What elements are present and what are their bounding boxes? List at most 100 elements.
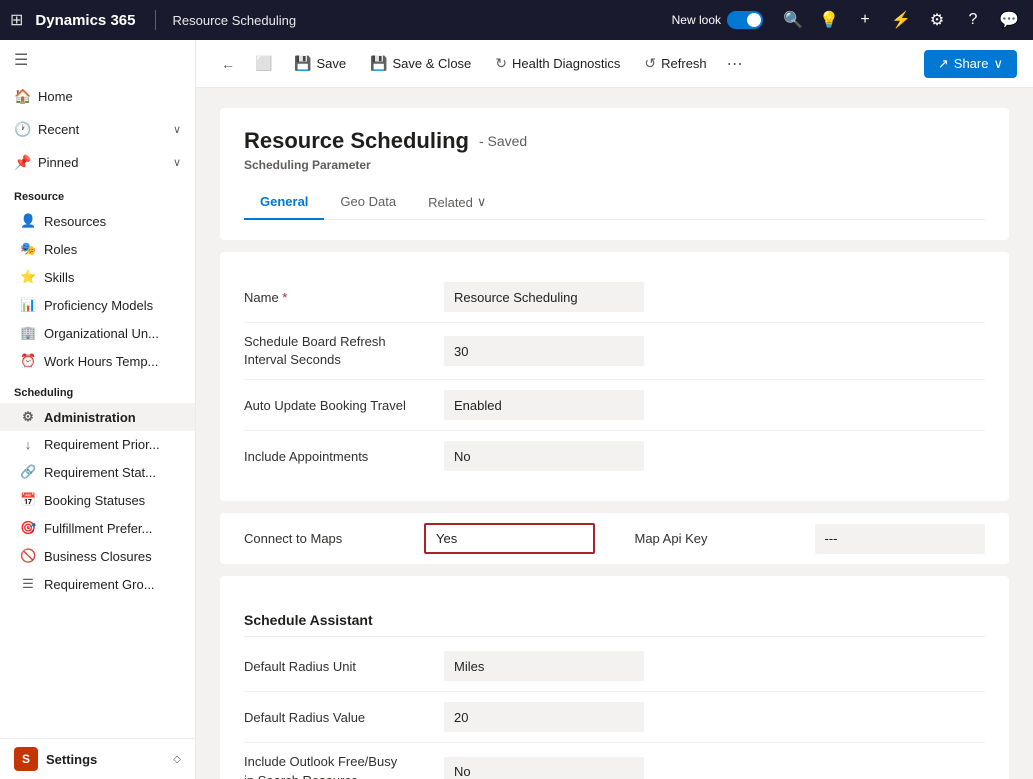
- name-value[interactable]: Resource Scheduling: [444, 282, 644, 312]
- refresh-label: Refresh: [661, 56, 707, 71]
- refresh-button[interactable]: ↺ Refresh: [634, 49, 716, 78]
- sidebar-item-roles[interactable]: 🎭 Roles: [0, 235, 195, 263]
- resources-icon: 👤: [20, 213, 36, 229]
- req-status-icon: 🔗: [20, 464, 36, 480]
- include-outlook-value[interactable]: No: [444, 757, 644, 779]
- sidebar-item-business-closures[interactable]: 🚫 Business Closures: [0, 542, 195, 570]
- sidebar-req-status-label: Requirement Stat...: [44, 465, 156, 480]
- window-button[interactable]: ⬜: [248, 48, 280, 80]
- booking-statuses-icon: 📅: [20, 492, 36, 508]
- sidebar-item-recent[interactable]: 🕐 Recent ∨: [0, 113, 195, 146]
- new-look-toggle-area: New look: [672, 11, 763, 29]
- tab-related-label: Related: [428, 195, 473, 210]
- sidebar-item-home-label: Home: [38, 89, 73, 104]
- grid-icon[interactable]: ⊞: [10, 10, 23, 30]
- include-outlook-label: Include Outlook Free/Busyin Search Resou…: [244, 753, 444, 779]
- sidebar-item-org-units[interactable]: 🏢 Organizational Un...: [0, 319, 195, 347]
- sidebar-item-home[interactable]: 🏠 Home: [0, 80, 195, 113]
- sidebar-item-req-priority[interactable]: ↓ Requirement Prior...: [0, 431, 195, 458]
- refresh-interval-label: Schedule Board RefreshInterval Seconds: [244, 333, 444, 369]
- brand-label[interactable]: Dynamics 365: [35, 12, 135, 29]
- new-look-toggle[interactable]: [727, 11, 763, 29]
- chat-icon[interactable]: 💬: [995, 6, 1023, 34]
- health-diagnostics-button[interactable]: ↻ Health Diagnostics: [485, 49, 630, 78]
- sidebar-item-req-status[interactable]: 🔗 Requirement Stat...: [0, 458, 195, 486]
- sidebar-administration-label: Administration: [44, 410, 136, 425]
- search-icon[interactable]: 🔍: [779, 6, 807, 34]
- health-icon: ↻: [495, 55, 507, 72]
- tab-general[interactable]: General: [244, 186, 324, 220]
- save-close-button[interactable]: 💾 Save & Close: [360, 49, 481, 78]
- form-row-auto-update: Auto Update Booking Travel Enabled: [244, 380, 985, 431]
- health-label: Health Diagnostics: [512, 56, 620, 71]
- sidebar-item-resources[interactable]: 👤 Resources: [0, 207, 195, 235]
- record-subtitle: Scheduling Parameter: [244, 158, 985, 172]
- home-icon: 🏠: [14, 88, 30, 105]
- skills-icon: ⭐: [20, 269, 36, 285]
- include-appointments-label: Include Appointments: [244, 449, 444, 464]
- new-look-label: New look: [672, 13, 721, 27]
- req-priority-icon: ↓: [20, 437, 36, 452]
- tab-geo-data[interactable]: Geo Data: [324, 186, 412, 220]
- settings-footer-label: Settings: [46, 752, 97, 767]
- bulb-icon[interactable]: 💡: [815, 6, 843, 34]
- help-icon[interactable]: ?: [959, 6, 987, 34]
- topbar: ⊞ Dynamics 365 Resource Scheduling New l…: [0, 0, 1033, 40]
- share-button[interactable]: ↗ Share ∨: [924, 50, 1017, 78]
- sidebar-booking-statuses-label: Booking Statuses: [44, 493, 145, 508]
- auto-update-value[interactable]: Enabled: [444, 390, 644, 420]
- refresh-interval-value[interactable]: 30: [444, 336, 644, 366]
- filter-icon[interactable]: ⚡: [887, 6, 915, 34]
- pinned-icon: 📌: [14, 154, 30, 171]
- settings-icon[interactable]: ⚙: [923, 6, 951, 34]
- tab-related[interactable]: Related ∨: [412, 186, 502, 220]
- sidebar-skills-label: Skills: [44, 270, 74, 285]
- sidebar-item-work-hours[interactable]: ⏰ Work Hours Temp...: [0, 347, 195, 375]
- resource-section-label: Resource: [0, 179, 195, 207]
- recent-chevron-icon: ∨: [173, 123, 181, 136]
- include-appointments-value[interactable]: No: [444, 441, 644, 471]
- refresh-icon: ↺: [644, 55, 656, 72]
- schedule-assistant-section: Schedule Assistant Default Radius Unit M…: [220, 576, 1009, 779]
- auto-update-label: Auto Update Booking Travel: [244, 398, 444, 413]
- recent-icon: 🕐: [14, 121, 30, 138]
- sidebar-req-priority-label: Requirement Prior...: [44, 437, 160, 452]
- sidebar-item-req-groups[interactable]: ☰ Requirement Gro...: [0, 570, 195, 598]
- plus-icon[interactable]: +: [851, 6, 879, 34]
- save-label: Save: [316, 56, 346, 71]
- sidebar-item-fulfillment[interactable]: 🎯 Fulfillment Prefer...: [0, 514, 195, 542]
- form-row-refresh-interval: Schedule Board RefreshInterval Seconds 3…: [244, 323, 985, 380]
- save-icon: 💾: [294, 55, 311, 72]
- toolbar: ← ⬜ 💾 Save 💾 Save & Close ↻ Health Diagn…: [196, 40, 1033, 88]
- form-row-name: Name Resource Scheduling: [244, 272, 985, 323]
- sidebar-item-booking-statuses[interactable]: 📅 Booking Statuses: [0, 486, 195, 514]
- default-radius-unit-value[interactable]: Miles: [444, 651, 644, 681]
- record-title: Resource Scheduling: [244, 128, 469, 154]
- req-groups-icon: ☰: [20, 576, 36, 592]
- default-radius-value-value[interactable]: 20: [444, 702, 644, 732]
- sidebar-item-pinned[interactable]: 📌 Pinned ∨: [0, 146, 195, 179]
- main-content: ← ⬜ 💾 Save 💾 Save & Close ↻ Health Diagn…: [196, 40, 1033, 779]
- business-closures-icon: 🚫: [20, 548, 36, 564]
- settings-footer[interactable]: S Settings ◇: [0, 738, 195, 779]
- hamburger-icon[interactable]: ☰: [0, 40, 195, 80]
- sidebar-proficiency-label: Proficiency Models: [44, 298, 153, 313]
- roles-icon: 🎭: [20, 241, 36, 257]
- settings-badge: S: [14, 747, 38, 771]
- map-api-key-value[interactable]: ---: [815, 524, 986, 554]
- back-button[interactable]: ←: [212, 48, 244, 80]
- sidebar-resources-label: Resources: [44, 214, 106, 229]
- connect-maps-label: Connect to Maps: [244, 531, 424, 546]
- save-button[interactable]: 💾 Save: [284, 49, 356, 78]
- layout: ☰ 🏠 Home 🕐 Recent ∨ 📌 Pinned ∨ Resource …: [0, 0, 1033, 779]
- sidebar-item-administration[interactable]: ⚙ Administration: [0, 403, 195, 431]
- connect-maps-half: Connect to Maps Yes: [244, 523, 595, 554]
- sidebar-item-proficiency[interactable]: 📊 Proficiency Models: [0, 291, 195, 319]
- more-options-button[interactable]: ⋯: [721, 50, 749, 78]
- record-saved-badge: - Saved: [479, 133, 527, 149]
- connect-maps-value[interactable]: Yes: [424, 523, 595, 554]
- org-units-icon: 🏢: [20, 325, 36, 341]
- map-api-key-half: Map Api Key ---: [635, 524, 986, 554]
- form-row-default-radius-value: Default Radius Value 20: [244, 692, 985, 743]
- sidebar-item-skills[interactable]: ⭐ Skills: [0, 263, 195, 291]
